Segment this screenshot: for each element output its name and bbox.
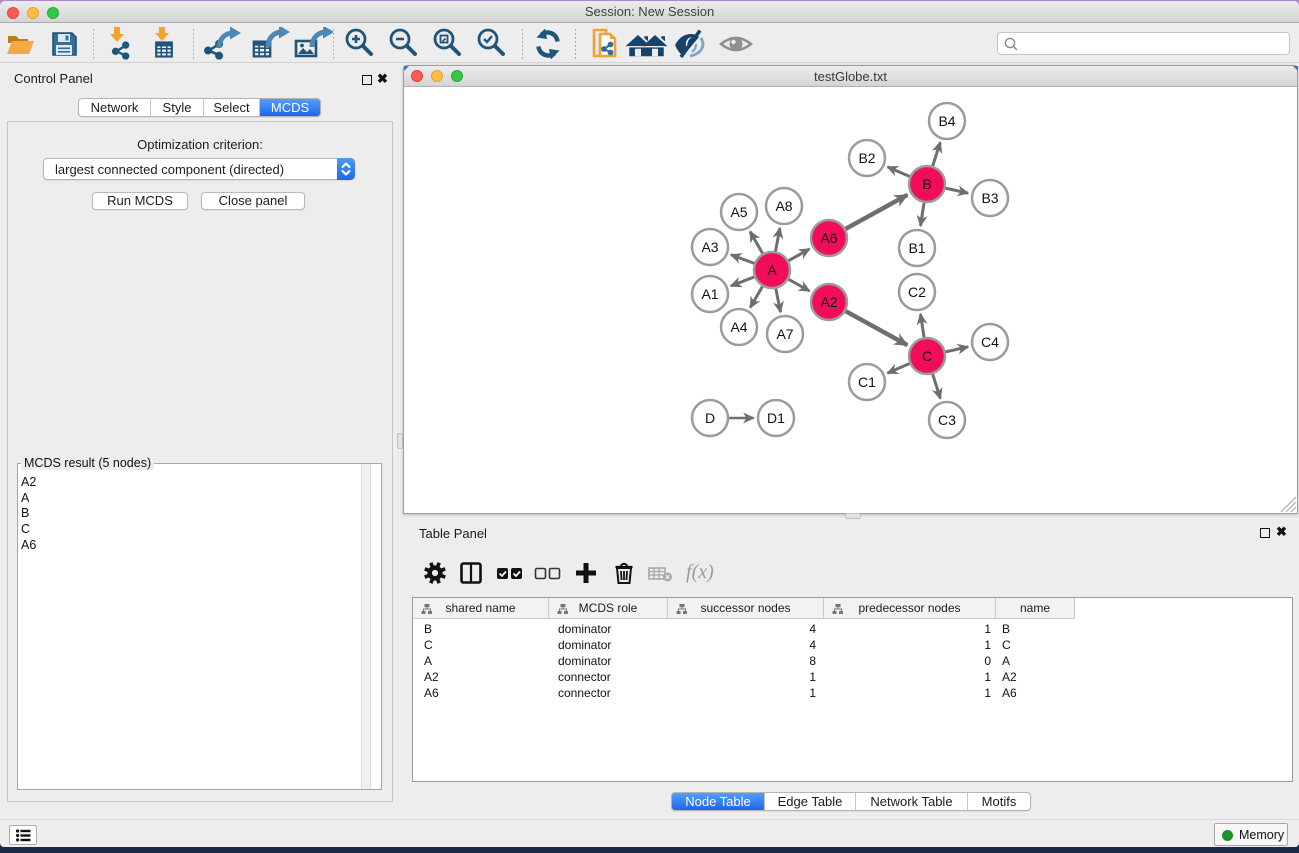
svg-text:A1: A1 (701, 286, 718, 302)
svg-text:A: A (767, 262, 777, 278)
svg-text:C3: C3 (938, 412, 956, 428)
svg-text:B3: B3 (981, 190, 998, 206)
svg-text:A5: A5 (730, 204, 747, 220)
svg-text:B: B (922, 176, 931, 192)
svg-text:C1: C1 (858, 374, 876, 390)
svg-text:B4: B4 (938, 113, 955, 129)
svg-text:A4: A4 (730, 319, 747, 335)
svg-text:C4: C4 (981, 334, 999, 350)
svg-text:A8: A8 (775, 198, 792, 214)
svg-text:D: D (705, 410, 715, 426)
svg-text:B1: B1 (908, 240, 925, 256)
svg-text:A6: A6 (820, 230, 837, 246)
svg-text:A3: A3 (701, 239, 718, 255)
svg-text:A7: A7 (776, 326, 793, 342)
svg-text:D1: D1 (767, 410, 785, 426)
svg-text:A2: A2 (820, 294, 837, 310)
svg-text:C2: C2 (908, 284, 926, 300)
svg-text:C: C (922, 348, 932, 364)
svg-text:B2: B2 (858, 150, 875, 166)
